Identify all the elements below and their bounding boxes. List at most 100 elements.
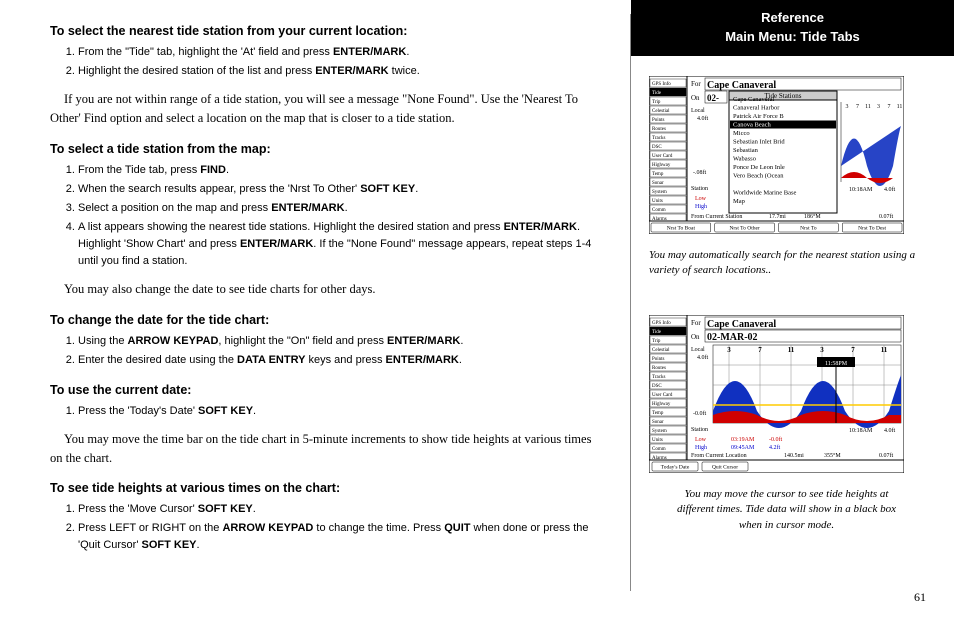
svg-text:Tracks: Tracks <box>652 136 665 141</box>
svg-text:From Current Location: From Current Location <box>691 453 747 459</box>
svg-text:7: 7 <box>758 346 762 354</box>
svg-text:Comm: Comm <box>652 208 666 213</box>
svg-text:Ponce De Leon Inle: Ponce De Leon Inle <box>733 164 785 171</box>
svg-text:System: System <box>652 429 667 434</box>
svg-text:High: High <box>695 204 707 210</box>
step: From the "Tide" tab, highlight the 'At' … <box>78 44 606 61</box>
step: When the search results appear, press th… <box>78 181 606 198</box>
svg-text:Units: Units <box>652 199 663 204</box>
svg-text:4.0ft: 4.0ft <box>697 354 708 361</box>
svg-text:Celestial: Celestial <box>652 109 670 114</box>
main-content: To select the nearest tide station from … <box>0 0 630 621</box>
svg-text:Sonar: Sonar <box>652 420 664 425</box>
step: Select a position on the map and press E… <box>78 200 606 217</box>
svg-text:02-: 02- <box>707 93 719 103</box>
svg-text:DSC: DSC <box>652 145 662 150</box>
svg-text:Comm: Comm <box>652 447 666 452</box>
svg-text:Worldwide Marine Base: Worldwide Marine Base <box>733 190 796 197</box>
svg-text:11: 11 <box>881 346 888 354</box>
svg-text:Routes: Routes <box>652 127 666 132</box>
svg-text:Station: Station <box>691 427 708 433</box>
svg-text:Tide: Tide <box>652 91 662 96</box>
svg-text:High: High <box>695 445 707 451</box>
svg-text:Local: Local <box>691 347 705 353</box>
svg-text:-0.0ft: -0.0ft <box>769 436 782 443</box>
svg-text:186°M: 186°M <box>804 213 821 220</box>
svg-text:Trip: Trip <box>652 100 661 105</box>
svg-text:User Card: User Card <box>652 393 673 398</box>
heading-select-nearest: To select the nearest tide station from … <box>50 24 606 38</box>
svg-text:0.07ft: 0.07ft <box>879 452 893 459</box>
svg-text:System: System <box>652 190 667 195</box>
steps-see-tide-heights: Press the 'Move Cursor' SOFT KEY. Press … <box>50 501 606 554</box>
svg-text:Cape Canaveral: Cape Canaveral <box>707 80 776 91</box>
svg-text:10:18AM: 10:18AM <box>849 428 873 434</box>
step: Press LEFT or RIGHT on the ARROW KEYPAD … <box>78 520 606 554</box>
svg-text:From Current Station: From Current Station <box>691 214 742 220</box>
figure-tide-chart-cursor: GPS InfoTideTripCelestialPointsRoutesTra… <box>649 315 924 477</box>
svg-text:4.0ft: 4.0ft <box>697 115 708 122</box>
step: Press the 'Move Cursor' SOFT KEY. <box>78 501 606 518</box>
svg-text:11: 11 <box>897 104 903 110</box>
figure-tide-station-list: GPS InfoTideTripCelestialPointsRoutesTra… <box>649 76 924 238</box>
steps-select-from-map: From the Tide tab, press FIND. When the … <box>50 162 606 270</box>
svg-text:Highway: Highway <box>652 402 671 407</box>
svg-text:Celestial: Celestial <box>652 348 670 353</box>
reference-title: Reference <box>631 10 954 25</box>
svg-text:0.07ft: 0.07ft <box>879 213 893 220</box>
svg-text:Trip: Trip <box>652 339 661 344</box>
step: From the Tide tab, press FIND. <box>78 162 606 179</box>
body-paragraph: You may also change the date to see tide… <box>50 280 606 299</box>
step: Using the ARROW KEYPAD, highlight the "O… <box>78 333 606 350</box>
svg-text:4.2ft: 4.2ft <box>769 444 780 451</box>
steps-select-nearest: From the "Tide" tab, highlight the 'At' … <box>50 44 606 80</box>
figure-caption-2: You may move the cursor to see tide heig… <box>649 487 924 533</box>
svg-text:Tide: Tide <box>652 330 662 335</box>
svg-text:Routes: Routes <box>652 366 666 371</box>
step: Press the 'Today's Date' SOFT KEY. <box>78 403 606 420</box>
svg-text:355°M: 355°M <box>824 452 841 459</box>
svg-text:Canaveral Harbor: Canaveral Harbor <box>733 105 780 112</box>
svg-text:-.08ft: -.08ft <box>693 169 706 176</box>
svg-text:Wabasso: Wabasso <box>733 156 756 163</box>
svg-text:11: 11 <box>788 346 795 354</box>
svg-text:4.0ft: 4.0ft <box>884 427 895 434</box>
svg-text:7: 7 <box>856 104 859 110</box>
svg-text:Temp: Temp <box>652 172 664 177</box>
svg-text:09:45AM: 09:45AM <box>731 445 755 451</box>
svg-text:Temp: Temp <box>652 411 664 416</box>
step: Highlight the desired station of the lis… <box>78 63 606 80</box>
svg-text:140.5mi: 140.5mi <box>784 453 804 459</box>
reference-subtitle: Main Menu: Tide Tabs <box>631 29 954 44</box>
svg-text:Nrst To Other: Nrst To Other <box>729 226 760 232</box>
svg-text:03:19AM: 03:19AM <box>731 437 755 443</box>
svg-text:Micco: Micco <box>733 130 750 137</box>
svg-text:Low: Low <box>695 437 707 443</box>
svg-text:Map: Map <box>733 198 745 205</box>
svg-text:3: 3 <box>877 104 880 110</box>
svg-text:Vero Beach (Ocean: Vero Beach (Ocean <box>733 173 784 180</box>
svg-text:4.0ft: 4.0ft <box>884 186 895 193</box>
svg-text:Canova Beach: Canova Beach <box>733 122 771 129</box>
svg-text:7: 7 <box>851 346 855 354</box>
heading-use-current-date: To use the current date: <box>50 383 606 397</box>
svg-text:For: For <box>691 319 701 327</box>
svg-text:User Card: User Card <box>652 154 673 159</box>
step: A list appears showing the nearest tide … <box>78 219 606 270</box>
svg-text:11:58PM: 11:58PM <box>825 361 848 367</box>
svg-text:3: 3 <box>727 346 731 354</box>
step: Enter the desired date using the DATA EN… <box>78 352 606 369</box>
svg-text:Points: Points <box>652 357 665 362</box>
svg-text:17.7mi: 17.7mi <box>769 214 786 220</box>
svg-text:Nrst To Boat: Nrst To Boat <box>667 226 696 232</box>
reference-header: Reference Main Menu: Tide Tabs <box>631 0 954 56</box>
svg-text:Quit Cursor: Quit Cursor <box>712 464 738 470</box>
svg-text:02-MAR-02: 02-MAR-02 <box>707 332 758 343</box>
svg-text:Highway: Highway <box>652 163 671 168</box>
svg-text:Sebastian: Sebastian <box>733 147 759 154</box>
svg-text:GPS Info: GPS Info <box>652 82 671 87</box>
svg-text:-0.0ft: -0.0ft <box>693 410 706 417</box>
figure-caption-1: You may automatically search for the nea… <box>649 248 924 279</box>
svg-text:Local: Local <box>691 108 705 114</box>
svg-text:11: 11 <box>865 104 871 110</box>
